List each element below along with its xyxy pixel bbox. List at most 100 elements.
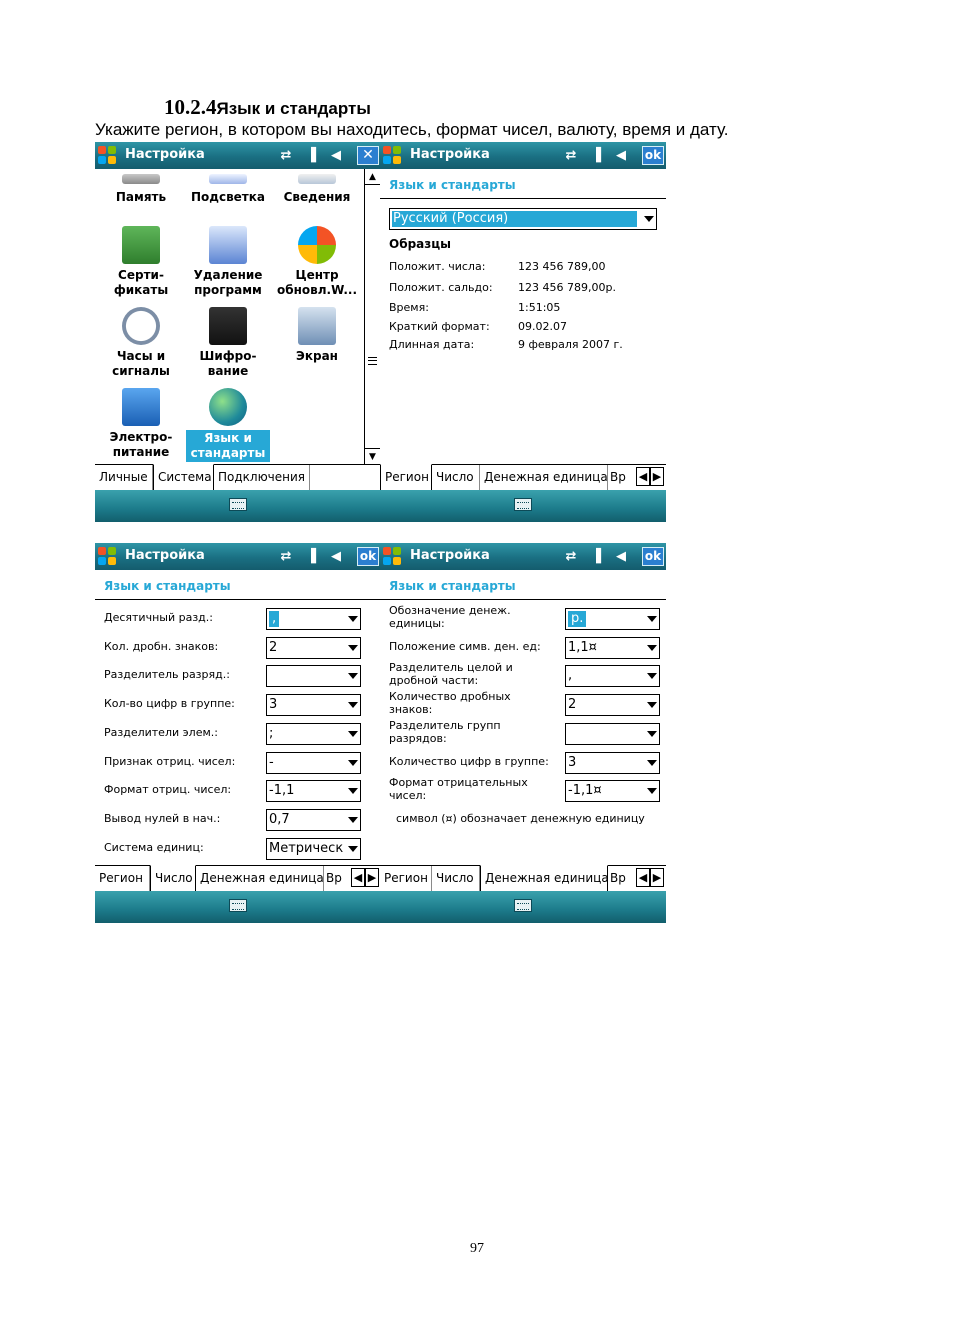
tab-1[interactable]: Регион <box>95 866 150 891</box>
field-select[interactable]: р. <box>565 608 660 630</box>
start-menu-icon[interactable] <box>98 547 117 566</box>
field-label: Обозначение денеж. единицы: <box>389 604 511 630</box>
chevron-down-icon <box>348 673 358 680</box>
tab-2[interactable]: Число <box>432 866 480 891</box>
tab-1[interactable]: Личные <box>95 465 153 490</box>
settings-grid-item[interactable]: Шифро-вание <box>183 307 273 379</box>
certificates-icon <box>122 226 160 264</box>
tab-2[interactable]: Система <box>153 464 214 490</box>
chevron-left-icon[interactable]: ◀ <box>351 868 365 887</box>
field-select[interactable]: Метрическ <box>266 837 361 860</box>
field-select[interactable]: 3 <box>266 694 361 717</box>
field-select[interactable]: 1,1¤ <box>565 636 660 659</box>
tab-4[interactable]: Вр <box>608 465 630 490</box>
connectivity-icon[interactable]: ⇄ <box>277 548 295 565</box>
tab-1[interactable]: Регион <box>380 866 432 891</box>
chevron-left-icon[interactable]: ◀ <box>636 868 650 887</box>
scroll-thumb[interactable] <box>368 357 377 365</box>
chevron-left-icon[interactable]: ◀ <box>636 467 650 486</box>
connectivity-icon[interactable]: ⇄ <box>277 147 295 164</box>
form-row: Обозначение денеж. единицы: р. <box>380 604 666 631</box>
field-select[interactable]: 2 <box>266 636 361 659</box>
volume-icon[interactable]: ◀ <box>612 548 630 565</box>
section-title: Язык и стандарты <box>216 99 371 118</box>
scroll-down-arrow-icon[interactable]: ▼ <box>365 448 380 464</box>
start-menu-icon[interactable] <box>383 547 402 566</box>
tab-2[interactable]: Число <box>432 465 480 490</box>
settings-grid-item-label: Шифро-вание <box>199 349 257 378</box>
close-button[interactable]: ✕ <box>357 146 379 165</box>
signal-icon[interactable]: ▐ <box>587 147 605 164</box>
settings-grid-item[interactable]: Подсветка <box>183 174 273 205</box>
keyboard-icon[interactable] <box>229 498 247 511</box>
settings-grid-item[interactable]: Удаление программ <box>183 226 273 298</box>
volume-icon[interactable]: ◀ <box>327 147 345 164</box>
form-row: Разделитель групп разрядов: <box>380 719 666 746</box>
scrollbar[interactable]: ▲ ▼ <box>364 169 380 464</box>
start-menu-icon[interactable] <box>383 146 402 165</box>
field-value: , <box>568 668 573 684</box>
field-value: -1,1 <box>269 783 295 799</box>
volume-icon[interactable]: ◀ <box>612 147 630 164</box>
title-bar: Настройка ⇄ ▐ ◀ ✕ <box>95 142 381 169</box>
tab-3[interactable]: Денежная единица <box>480 465 608 490</box>
field-label: Количество цифр в группе: <box>389 754 549 768</box>
start-menu-icon[interactable] <box>98 146 117 165</box>
field-select[interactable]: - <box>266 751 361 774</box>
settings-grid-item[interactable]: Память <box>96 174 186 205</box>
form-row: Положение симв. ден. ед: 1,1¤ <box>380 634 666 660</box>
field-select[interactable]: 2 <box>565 694 660 717</box>
tab-3[interactable]: Подключения <box>214 465 310 490</box>
chevron-right-icon[interactable]: ▶ <box>650 467 664 486</box>
signal-icon[interactable]: ▐ <box>587 548 605 565</box>
field-select[interactable]: , <box>565 665 660 688</box>
keyboard-icon[interactable] <box>229 899 247 912</box>
tab-strip: Личные Система Подключения <box>95 464 381 490</box>
field-select[interactable] <box>565 722 660 745</box>
keyboard-icon[interactable] <box>514 899 532 912</box>
field-select[interactable]: -1,1¤ <box>565 780 660 803</box>
signal-icon[interactable]: ▐ <box>302 147 320 164</box>
field-select[interactable]: , <box>266 608 361 630</box>
tab-strip: Регион Число Денежная единица Вр ◀ ▶ <box>380 865 666 891</box>
region-select[interactable]: Русский (Россия) <box>389 208 657 230</box>
ok-button[interactable]: ok <box>642 547 664 566</box>
settings-grid-item[interactable]: Серти-фикаты <box>96 226 186 298</box>
field-label: Формат отрицательных чисел: <box>389 776 528 803</box>
connectivity-icon[interactable]: ⇄ <box>562 147 580 164</box>
connectivity-icon[interactable]: ⇄ <box>562 548 580 565</box>
field-select[interactable]: 0,7 <box>266 808 361 831</box>
settings-grid-item[interactable]: Язык и стандарты <box>183 388 273 462</box>
ok-button[interactable]: ok <box>357 547 379 566</box>
chevron-down-icon <box>348 788 358 795</box>
chevron-down-icon <box>647 759 657 766</box>
signal-icon[interactable]: ▐ <box>302 548 320 565</box>
tab-3[interactable]: Денежная единица <box>196 866 324 891</box>
settings-grid-item[interactable]: Часы и сигналы <box>96 307 186 379</box>
tab-4[interactable]: Вр <box>608 866 630 891</box>
globe-icon <box>209 388 247 426</box>
tab-2[interactable]: Число <box>150 865 196 891</box>
form-row: Разделители элем.:; <box>95 720 381 746</box>
settings-grid-item[interactable]: Экран <box>272 307 362 364</box>
chevron-down-icon <box>647 616 657 622</box>
tab-4[interactable]: Вр <box>324 866 346 891</box>
settings-grid-item[interactable]: Электро-питание <box>96 388 186 460</box>
windows-update-icon <box>298 226 336 264</box>
tab-1[interactable]: Регион <box>380 464 432 490</box>
field-select[interactable]: ; <box>266 722 361 745</box>
settings-grid-item[interactable]: Сведения <box>272 174 362 205</box>
volume-icon[interactable]: ◀ <box>327 548 345 565</box>
ok-button[interactable]: ok <box>642 146 664 165</box>
samples-title: Образцы <box>389 237 451 251</box>
settings-grid-item[interactable]: Центр обновл.W... <box>272 226 362 298</box>
chevron-right-icon[interactable]: ▶ <box>650 868 664 887</box>
tab-scroll-arrows: ◀ ▶ <box>636 868 664 887</box>
field-select[interactable]: -1,1 <box>266 780 361 803</box>
field-select[interactable] <box>266 665 361 688</box>
scroll-up-arrow-icon[interactable]: ▲ <box>365 169 380 185</box>
field-select[interactable]: 3 <box>565 751 660 774</box>
chevron-right-icon[interactable]: ▶ <box>365 868 379 887</box>
keyboard-icon[interactable] <box>514 498 532 511</box>
tab-3[interactable]: Денежная единица <box>480 865 608 891</box>
